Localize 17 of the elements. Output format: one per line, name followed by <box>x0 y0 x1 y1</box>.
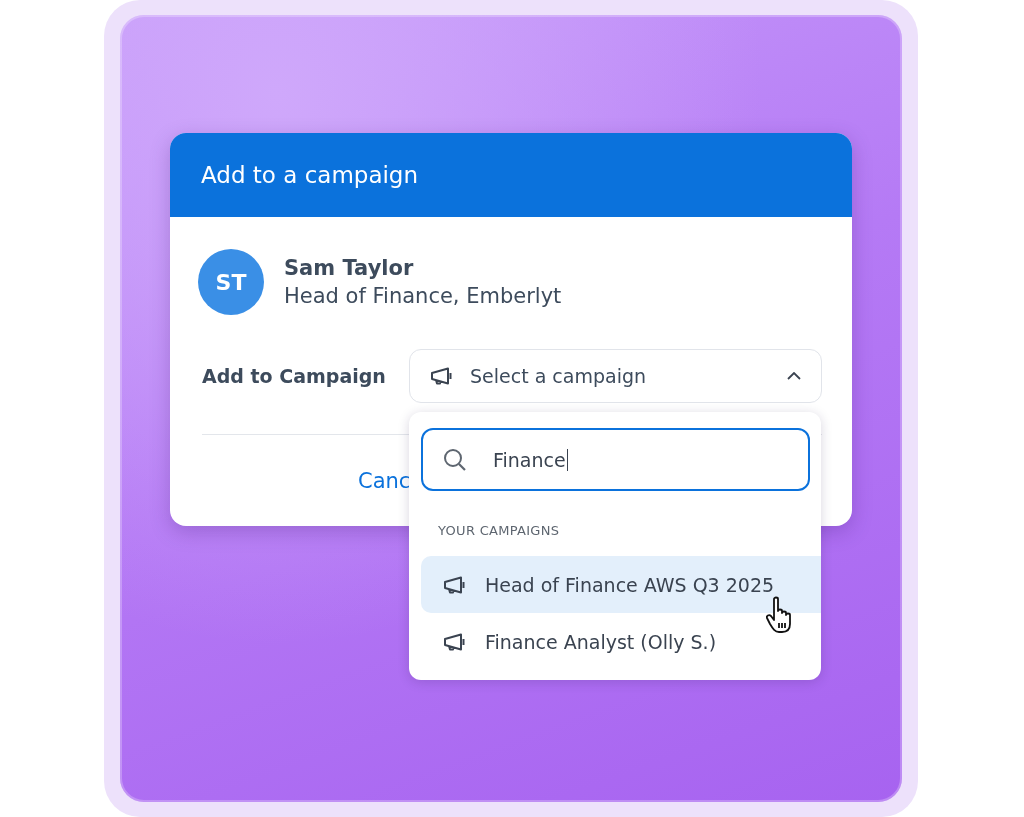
megaphone-icon <box>430 367 454 385</box>
field-label: Add to Campaign <box>202 365 387 387</box>
option-label: Head of Finance AWS Q3 2025 <box>485 573 775 596</box>
megaphone-icon <box>443 575 467 594</box>
cancel-button[interactable]: Canc <box>358 468 411 493</box>
contact-title: Head of Finance, Emberlyt <box>284 284 562 308</box>
contact-name: Sam Taylor <box>284 256 415 280</box>
section-heading: YOUR CAMPAIGNS <box>438 523 561 538</box>
option-label: Finance Analyst (Olly S.) <box>485 630 717 653</box>
megaphone-icon <box>443 632 467 651</box>
search-value: Finance <box>493 448 569 471</box>
dialog-title: Add to a campaign <box>201 162 419 188</box>
search-field[interactable]: Finance <box>421 428 810 491</box>
chevron-icon <box>787 372 801 380</box>
avatar: ST <box>198 249 264 315</box>
select-placeholder: Select a campaign <box>470 365 648 387</box>
search-icon <box>443 447 467 472</box>
